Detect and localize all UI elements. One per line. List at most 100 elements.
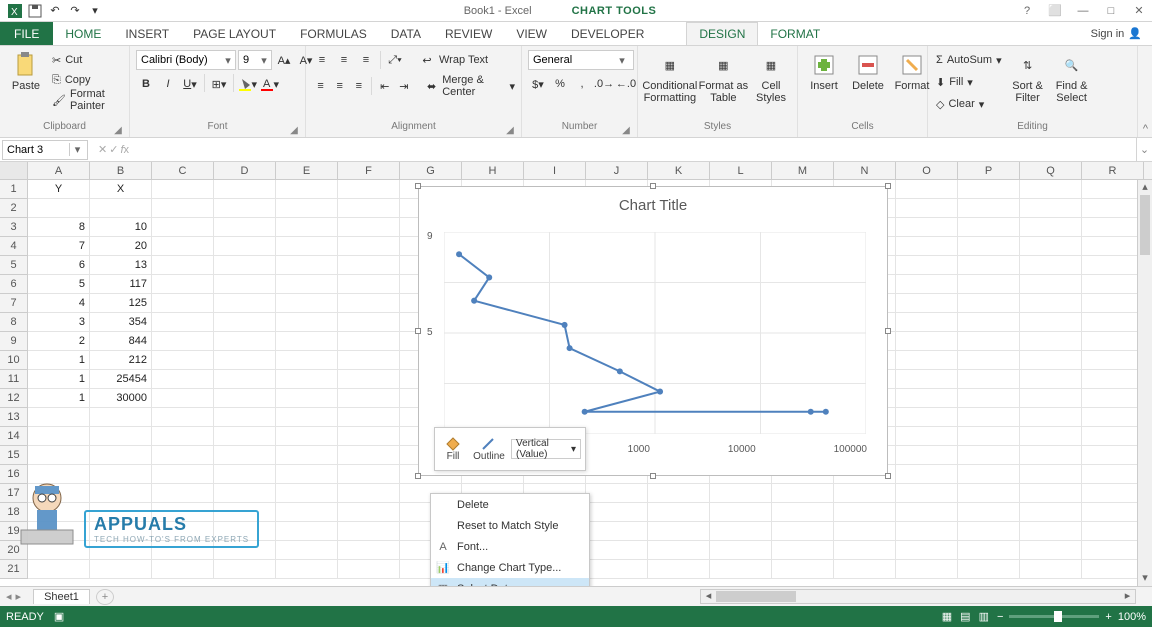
cell[interactable] — [1020, 408, 1082, 427]
chevron-down-icon[interactable]: ▾ — [221, 54, 235, 67]
mini-outline-button[interactable]: Outline — [471, 429, 507, 469]
column-header[interactable]: R — [1082, 162, 1144, 179]
cell[interactable] — [152, 313, 214, 332]
expand-formula-bar-icon[interactable]: ⌄ — [1136, 138, 1152, 162]
row-header[interactable]: 15 — [0, 446, 28, 465]
row-header[interactable]: 14 — [0, 427, 28, 446]
cell[interactable] — [710, 484, 772, 503]
cell[interactable] — [338, 484, 400, 503]
cell[interactable] — [958, 275, 1020, 294]
cell[interactable]: 125 — [90, 294, 152, 313]
cell-styles-button[interactable]: ▦Cell Styles — [751, 50, 791, 106]
cell[interactable] — [214, 408, 276, 427]
cell[interactable] — [1082, 275, 1144, 294]
cell[interactable] — [1082, 465, 1144, 484]
cell[interactable] — [338, 541, 400, 560]
cell[interactable] — [896, 218, 958, 237]
cell[interactable] — [710, 560, 772, 579]
column-header[interactable]: J — [586, 162, 648, 179]
add-sheet-button[interactable]: + — [96, 589, 114, 605]
tab-home[interactable]: HOME — [53, 22, 113, 45]
column-header[interactable]: B — [90, 162, 152, 179]
row-header[interactable]: 3 — [0, 218, 28, 237]
cell[interactable] — [958, 256, 1020, 275]
cell[interactable] — [586, 522, 648, 541]
cell[interactable]: 8 — [28, 218, 90, 237]
cell[interactable] — [710, 503, 772, 522]
column-header[interactable]: D — [214, 162, 276, 179]
cell[interactable] — [276, 275, 338, 294]
tab-developer[interactable]: DEVELOPER — [559, 22, 656, 45]
italic-icon[interactable]: I — [158, 74, 178, 94]
scroll-left-icon[interactable]: ◂ — [701, 590, 716, 603]
cell[interactable] — [648, 560, 710, 579]
format-as-table-button[interactable]: ▦Format as Table — [700, 50, 747, 106]
tab-view[interactable]: VIEW — [504, 22, 559, 45]
resize-handle[interactable] — [885, 473, 891, 479]
wrap-text-icon[interactable]: ↩ — [417, 50, 437, 70]
font-size-input[interactable] — [239, 51, 257, 69]
cell[interactable] — [958, 370, 1020, 389]
resize-handle[interactable] — [415, 183, 421, 189]
conditional-formatting-button[interactable]: ▦Conditional Formatting — [644, 50, 696, 106]
cell[interactable]: 1 — [28, 351, 90, 370]
scroll-up-icon[interactable]: ▴ — [1138, 180, 1152, 195]
resize-handle[interactable] — [650, 183, 656, 189]
tab-page-layout[interactable]: PAGE LAYOUT — [181, 22, 288, 45]
cell[interactable] — [1020, 218, 1082, 237]
cell[interactable] — [834, 503, 896, 522]
font-launcher-icon[interactable]: ◢ — [289, 125, 299, 135]
cell[interactable] — [338, 199, 400, 218]
cell[interactable] — [276, 294, 338, 313]
font-color-icon[interactable]: A▾ — [260, 74, 280, 94]
cell[interactable] — [276, 218, 338, 237]
column-header[interactable]: F — [338, 162, 400, 179]
cell[interactable] — [1082, 332, 1144, 351]
autosum-button[interactable]: ΣAutoSum▾ — [934, 50, 1004, 70]
cell[interactable] — [338, 427, 400, 446]
horizontal-scrollbar[interactable]: ◂ ▸ — [700, 589, 1136, 604]
cell[interactable] — [958, 484, 1020, 503]
decrease-decimal-icon[interactable]: ←.0 — [616, 74, 636, 94]
insert-cells-button[interactable]: Insert — [804, 50, 844, 94]
column-header[interactable]: A — [28, 162, 90, 179]
undo-icon[interactable]: ↶ — [48, 4, 62, 18]
cell[interactable] — [338, 332, 400, 351]
row-header[interactable]: 4 — [0, 237, 28, 256]
cell[interactable] — [958, 446, 1020, 465]
resize-handle[interactable] — [415, 473, 421, 479]
cell[interactable] — [152, 275, 214, 294]
cell[interactable] — [1082, 180, 1144, 199]
column-header[interactable]: H — [462, 162, 524, 179]
comma-icon[interactable]: , — [572, 74, 592, 94]
name-box-input[interactable] — [3, 144, 69, 156]
ribbon-display-icon[interactable]: ⬜ — [1046, 4, 1064, 18]
vertical-scrollbar[interactable]: ▴ ▾ — [1137, 180, 1152, 586]
cell[interactable] — [1020, 389, 1082, 408]
cell[interactable] — [276, 370, 338, 389]
cell[interactable] — [338, 180, 400, 199]
increase-indent-icon[interactable]: ⇥ — [395, 76, 412, 96]
cell[interactable]: 1 — [28, 389, 90, 408]
cell[interactable] — [28, 446, 90, 465]
cell[interactable] — [28, 427, 90, 446]
row-header[interactable]: 13 — [0, 408, 28, 427]
cell[interactable] — [214, 446, 276, 465]
align-right-icon[interactable]: ≡ — [350, 76, 367, 96]
number-format-dropdown[interactable]: ▾ — [528, 50, 634, 70]
cell[interactable]: 354 — [90, 313, 152, 332]
row-header[interactable]: 11 — [0, 370, 28, 389]
cell[interactable]: 117 — [90, 275, 152, 294]
cell[interactable] — [1020, 560, 1082, 579]
cell[interactable] — [276, 313, 338, 332]
decrease-indent-icon[interactable]: ⇤ — [376, 76, 393, 96]
cell[interactable] — [1082, 256, 1144, 275]
cell[interactable] — [276, 465, 338, 484]
cell[interactable] — [834, 484, 896, 503]
fill-button[interactable]: ⬇Fill▾ — [934, 72, 1004, 92]
cell[interactable] — [958, 351, 1020, 370]
cell[interactable] — [1020, 332, 1082, 351]
cell[interactable] — [896, 560, 958, 579]
cell[interactable] — [1082, 389, 1144, 408]
scroll-right-icon[interactable]: ▸ — [1120, 590, 1135, 603]
